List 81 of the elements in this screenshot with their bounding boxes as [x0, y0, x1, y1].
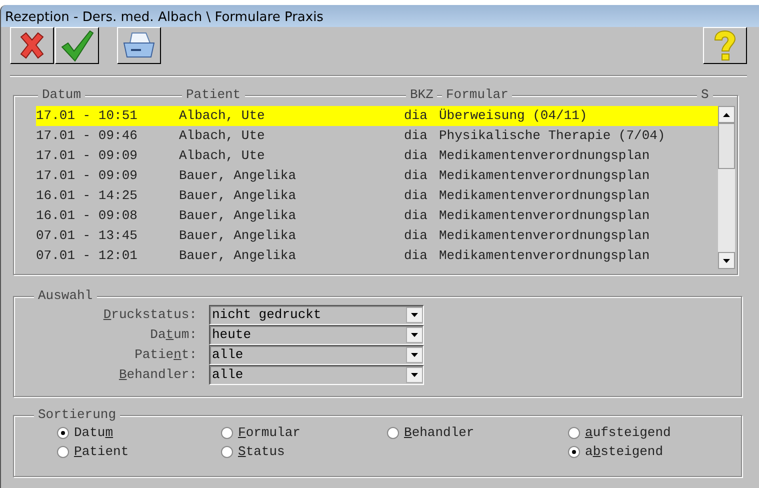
dropdown-field[interactable]: alle [209, 365, 424, 385]
bkz-cell: dia [404, 208, 428, 223]
dropdown-arrow-icon [411, 333, 418, 337]
table-row[interactable]: 17.01 - 10:51 Albach, Ute dia Überweisung (04/11) [36, 106, 720, 126]
field-label: Patient: [134, 346, 198, 364]
radio-button[interactable] [568, 446, 580, 458]
table-row[interactable]: 07.01 - 12:01 Bauer, Angelika dia Medikamentenverordnungsplan [36, 246, 720, 266]
bkz-cell: dia [404, 248, 428, 263]
form-cell: Physikalische Therapie (7/04) [439, 128, 666, 143]
radio-option[interactable]: aufsteigend [568, 425, 738, 441]
radio-option[interactable]: Datum [57, 425, 221, 441]
patient-cell: Albach, Ute [179, 128, 265, 143]
form-cell: Überweisung (04/11) [439, 108, 588, 123]
checkmark-icon [60, 30, 94, 62]
printer-icon [121, 30, 157, 60]
scrollbar-thumb[interactable] [718, 123, 735, 169]
table-row[interactable]: 17.01 - 09:09 Albach, Ute dia Medikamentenverordnungsplan [36, 146, 720, 166]
date-cell: 16.01 - 09:08 [36, 208, 138, 223]
dropdown-arrow-icon [411, 353, 418, 357]
patient-cell: Bauer, Angelika [179, 168, 296, 183]
print-button[interactable] [117, 27, 161, 64]
form-cell: Medikamentenverordnungsplan [439, 148, 650, 163]
field-label: Druckstatus: [102, 306, 198, 324]
patient-cell: Bauer, Angelika [179, 188, 296, 203]
patient-cell: Albach, Ute [179, 108, 265, 123]
dropdown-field[interactable]: heute [209, 325, 424, 345]
radio-button[interactable] [57, 446, 69, 458]
radio-button[interactable] [568, 427, 580, 439]
radio-option[interactable]: Patient [57, 444, 221, 460]
form-cell: Medikamentenverordnungsplan [439, 208, 650, 223]
date-cell: 17.01 - 10:51 [36, 108, 138, 123]
patient-cell: Bauer, Angelika [179, 228, 296, 243]
table-row[interactable]: 17.01 - 09:46 Albach, Ute dia Physikalische Therapie (7/04) [36, 126, 720, 146]
bkz-cell: dia [404, 168, 428, 183]
radio-button[interactable] [221, 427, 233, 439]
date-cell: 17.01 - 09:46 [36, 128, 138, 143]
table-row[interactable]: 07.01 - 13:45 Bauer, Angelika dia Medikamentenverordnungsplan [36, 226, 720, 246]
table-row[interactable]: 17.01 - 09:09 Bauer, Angelika dia Medikamentenverordnungsplan [36, 166, 720, 186]
group-title: Sortierung [34, 407, 120, 423]
form-cell: Medikamentenverordnungsplan [439, 228, 650, 243]
date-cell: 17.01 - 09:09 [36, 148, 138, 163]
cancel-button[interactable] [10, 27, 54, 64]
form-cell: Medikamentenverordnungsplan [439, 188, 650, 203]
confirm-button[interactable] [55, 27, 99, 64]
dropdown-arrow-icon [411, 313, 418, 317]
question-mark-icon [712, 30, 738, 62]
field-label: Behandler: [118, 366, 198, 384]
bkz-cell: dia [404, 228, 428, 243]
date-cell: 16.01 - 14:25 [36, 188, 138, 203]
bkz-cell: dia [404, 148, 428, 163]
dropdown-arrow-icon [411, 373, 418, 377]
scroll-down-button[interactable] [718, 252, 735, 269]
radio-option[interactable]: absteigend [568, 444, 738, 460]
dropdown-field[interactable]: alle [209, 345, 424, 365]
dropdown-field[interactable]: nicht gedruckt [209, 305, 424, 325]
radio-option[interactable]: Status [221, 444, 387, 460]
bkz-cell: dia [404, 108, 428, 123]
table-row[interactable]: 16.01 - 14:25 Bauer, Angelika dia Medikamentenverordnungsplan [36, 186, 720, 206]
patient-cell: Bauer, Angelika [179, 248, 296, 263]
radio-button[interactable] [387, 427, 399, 439]
help-button[interactable] [703, 27, 747, 64]
field-label: Datum: [149, 326, 198, 344]
radio-button[interactable] [57, 427, 69, 439]
date-cell: 07.01 - 12:01 [36, 248, 138, 263]
up-arrow-icon [723, 112, 730, 116]
radio-button[interactable] [221, 446, 233, 458]
date-cell: 07.01 - 13:45 [36, 228, 138, 243]
down-arrow-icon [723, 258, 730, 262]
form-cell: Medikamentenverordnungsplan [439, 248, 650, 263]
bkz-cell: dia [404, 188, 428, 203]
bkz-cell: dia [404, 128, 428, 143]
table-row[interactable]: 16.01 - 09:08 Bauer, Angelika dia Medikamentenverordnungsplan [36, 206, 720, 226]
date-cell: 17.01 - 09:09 [36, 168, 138, 183]
patient-cell: Bauer, Angelika [179, 208, 296, 223]
scroll-up-button[interactable] [718, 106, 735, 123]
window-title: Rezeption - Ders. med. Albach \ Formulare Praxis [1, 5, 759, 27]
radio-option[interactable]: Formular [221, 425, 387, 441]
vertical-scrollbar[interactable] [718, 106, 735, 269]
patient-cell: Albach, Ute [179, 148, 265, 163]
radio-option[interactable]: Behandler [387, 425, 568, 441]
form-cell: Medikamentenverordnungsplan [439, 168, 650, 183]
